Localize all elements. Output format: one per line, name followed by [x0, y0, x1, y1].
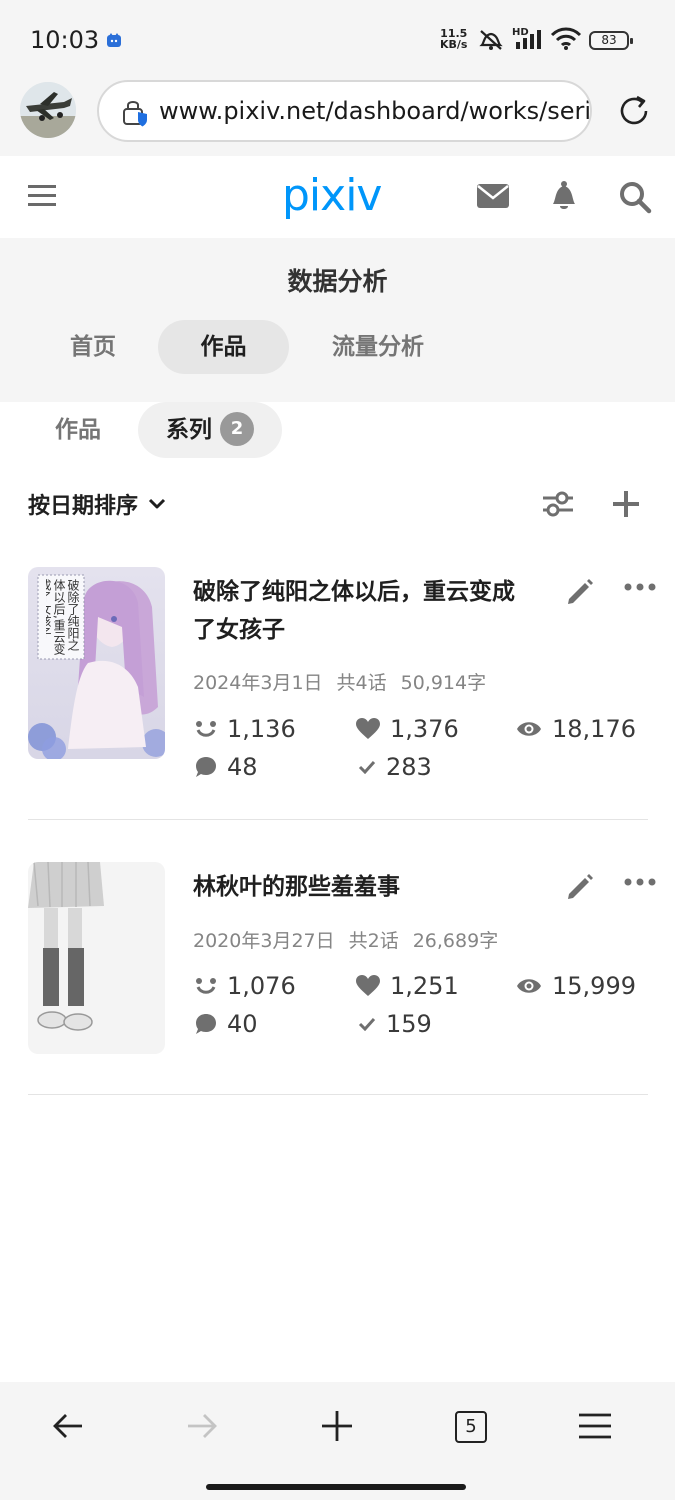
- subtab-series[interactable]: 系列 2: [138, 402, 282, 458]
- more-options-icon[interactable]: [624, 583, 656, 591]
- avatar-image: [20, 82, 76, 138]
- bookmarks-count: 283: [386, 753, 432, 781]
- new-tab-plus-icon[interactable]: [321, 1410, 353, 1442]
- series-count-badge: 2: [220, 412, 254, 446]
- network-speed: 11.5 KB/s: [440, 28, 467, 50]
- tab-home[interactable]: 首页: [40, 320, 146, 374]
- home-indicator[interactable]: [206, 1484, 466, 1490]
- comment-bubble-icon: [196, 1014, 216, 1034]
- menu-icon[interactable]: [28, 184, 56, 208]
- sort-dropdown[interactable]: 按日期排序: [28, 488, 166, 520]
- divider: [28, 1094, 648, 1095]
- filter-settings-icon[interactable]: [541, 489, 575, 519]
- browser-toolbar: www.pixiv.net/dashboard/works/serie: [0, 78, 675, 156]
- profile-avatar[interactable]: [20, 82, 76, 138]
- cover-illustration: [28, 862, 165, 1054]
- notification-bell-icon[interactable]: [549, 178, 579, 212]
- series-meta: 2020年3月27日 共2话 26,689字: [193, 926, 512, 953]
- series-episodes: 共2话: [348, 930, 399, 952]
- status-time: 10:03: [30, 26, 100, 54]
- status-bar: 10:03 11.5 KB/s HD 83: [0, 0, 675, 78]
- smiley-reaction-icon: [196, 721, 216, 737]
- series-episodes: 共4话: [336, 672, 387, 694]
- notification-app-icon: [107, 33, 121, 47]
- stat-likes: 1,376: [356, 715, 459, 743]
- likes-count: 1,376: [390, 715, 459, 743]
- series-char-count: 26,689字: [412, 930, 499, 952]
- stat-reactions: 1,076: [195, 972, 296, 1000]
- eye-icon: [517, 979, 541, 993]
- address-bar[interactable]: www.pixiv.net/dashboard/works/serie: [97, 80, 592, 142]
- chevron-down-icon: [148, 498, 166, 509]
- forward-arrow-icon[interactable]: [186, 1410, 218, 1442]
- stat-views: 18,176: [516, 715, 636, 743]
- cover-title-vertical: 破除了纯阳之体以后,重云变成了女孩子: [46, 579, 80, 655]
- site-header: pixiv: [0, 156, 675, 238]
- url-text: www.pixiv.net/dashboard/works/serie: [159, 97, 592, 125]
- browser-menu-icon[interactable]: [578, 1410, 612, 1442]
- stat-views: 15,999: [516, 972, 636, 1000]
- comments-count: 48: [227, 753, 258, 781]
- tab-traffic-analysis[interactable]: 流量分析: [310, 320, 446, 374]
- mute-vibrate-icon: [479, 30, 503, 50]
- stat-bookmarks: 159: [358, 1010, 432, 1038]
- back-arrow-icon[interactable]: [52, 1410, 84, 1442]
- sort-label: 按日期排序: [28, 494, 139, 519]
- mail-icon[interactable]: [476, 182, 510, 210]
- series-title[interactable]: 破除了纯阳之体以后，重云变成了女孩子: [193, 573, 523, 649]
- heart-icon: [356, 718, 380, 739]
- checkmark-icon: [358, 1017, 376, 1031]
- network-speed-unit: KB/s: [440, 38, 468, 51]
- smiley-reaction-icon: [196, 978, 216, 994]
- edit-pencil-icon[interactable]: [565, 872, 595, 902]
- subtab-series-label: 系列: [166, 417, 212, 443]
- checkmark-icon: [358, 760, 376, 774]
- series-title[interactable]: 林秋叶的那些羞羞事: [193, 868, 523, 906]
- wifi-icon: [550, 27, 582, 50]
- series-date: 2020年3月27日: [193, 930, 335, 952]
- reactions-count: 1,076: [227, 972, 296, 1000]
- stat-comments: 48: [195, 753, 258, 781]
- series-cover-image[interactable]: 破除了纯阳之体以后,重云变成了女孩子: [28, 567, 165, 759]
- stat-reactions: 1,136: [195, 715, 296, 743]
- series-cover-image[interactable]: [28, 862, 165, 1054]
- security-lock-icon: [123, 101, 147, 127]
- page-title: 数据分析: [287, 267, 388, 296]
- stat-likes: 1,251: [356, 972, 459, 1000]
- reload-icon[interactable]: [615, 92, 653, 130]
- eye-icon: [517, 722, 541, 736]
- signal-icon: [516, 30, 541, 49]
- stat-comments: 40: [195, 1010, 258, 1038]
- heart-icon: [356, 975, 380, 996]
- series-meta: 2024年3月1日 共4话 50,914字: [193, 668, 500, 695]
- browser-bottom-nav: 5: [0, 1382, 675, 1500]
- tab-count-button[interactable]: 5: [455, 1411, 487, 1443]
- tab-works[interactable]: 作品: [158, 320, 289, 374]
- views-count: 15,999: [552, 972, 636, 1000]
- more-options-icon[interactable]: [624, 878, 656, 886]
- subtab-works[interactable]: 作品: [55, 402, 101, 458]
- views-count: 18,176: [552, 715, 636, 743]
- bookmarks-count: 159: [386, 1010, 432, 1038]
- stat-bookmarks: 283: [358, 753, 432, 781]
- edit-pencil-icon[interactable]: [565, 577, 595, 607]
- comment-bubble-icon: [196, 757, 216, 777]
- series-card[interactable]: 破除了纯阳之体以后,重云变成了女孩子 破除了纯阳之体以后，重云变成了女孩子 20…: [28, 567, 656, 781]
- analytics-section: 数据分析 首页 作品 流量分析: [0, 238, 675, 402]
- search-icon[interactable]: [618, 180, 652, 214]
- battery-indicator: 83: [589, 31, 633, 50]
- series-card[interactable]: 林秋叶的那些羞羞事 2020年3月27日 共2话 26,689字 1,076 1,2…: [28, 862, 656, 1062]
- series-date: 2024年3月1日: [193, 672, 323, 694]
- series-char-count: 50,914字: [400, 672, 487, 694]
- likes-count: 1,251: [390, 972, 459, 1000]
- reactions-count: 1,136: [227, 715, 296, 743]
- pixiv-logo[interactable]: pixiv: [282, 170, 382, 221]
- comments-count: 40: [227, 1010, 258, 1038]
- divider: [28, 819, 648, 820]
- add-icon[interactable]: [611, 489, 641, 519]
